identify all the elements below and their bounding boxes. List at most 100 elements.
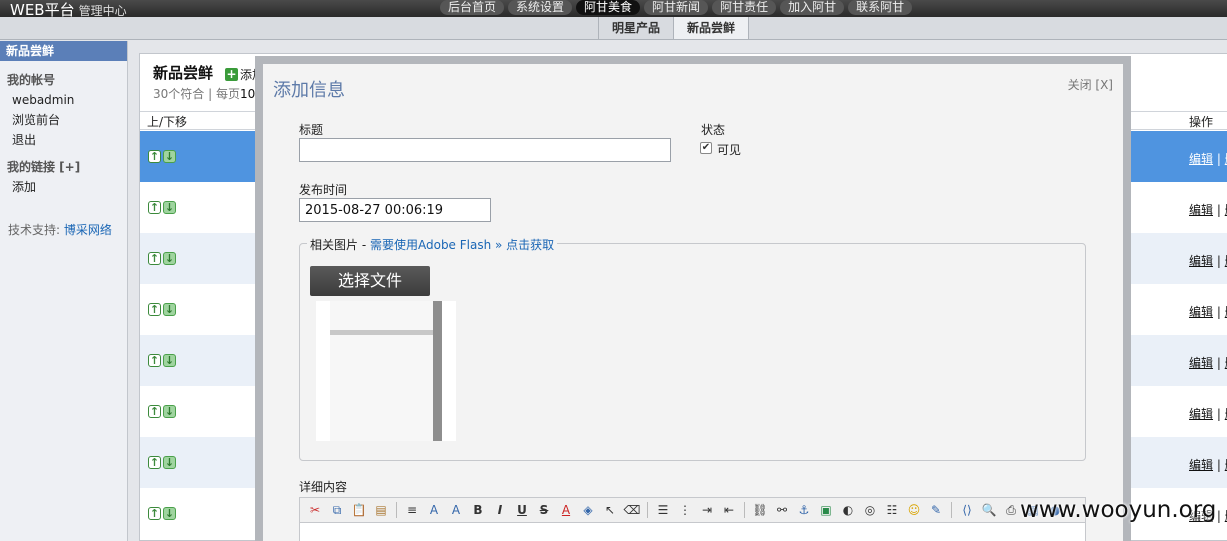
row-ops: 编辑 | 删 bbox=[1189, 456, 1227, 473]
copy-icon[interactable]: ⧉ bbox=[328, 501, 346, 519]
sidebar-item-webadmin[interactable]: webadmin bbox=[0, 92, 127, 108]
ops-separator: | bbox=[1216, 305, 1221, 319]
top-nav-settings[interactable]: 系统设置 bbox=[508, 0, 573, 15]
modal-close-button[interactable]: 关闭 [X] bbox=[1068, 76, 1113, 93]
top-nav-food[interactable]: 阿甘美食 bbox=[576, 0, 641, 15]
move-controls: ↑ ↓ bbox=[148, 303, 176, 316]
sub-nav-new-products[interactable]: 新品尝鲜 bbox=[673, 17, 750, 39]
emoticon-icon[interactable]: ☺ bbox=[905, 501, 923, 519]
edit-link[interactable]: 编辑 bbox=[1189, 152, 1213, 166]
edit-link[interactable]: 编辑 bbox=[1189, 203, 1213, 217]
move-controls: ↑ ↓ bbox=[148, 354, 176, 367]
hr-icon[interactable]: ☷ bbox=[883, 501, 901, 519]
move-down-icon[interactable]: ↓ bbox=[163, 303, 176, 316]
move-down-icon[interactable]: ↓ bbox=[163, 456, 176, 469]
font-color-icon[interactable]: A bbox=[557, 501, 575, 519]
visible-label: 可见 bbox=[717, 143, 742, 157]
sub-nav: 明星产品 新品尝鲜 bbox=[598, 17, 750, 39]
row-ops: 编辑 | 删 bbox=[1189, 354, 1227, 371]
ops-separator: | bbox=[1216, 203, 1221, 217]
ops-separator: | bbox=[1216, 509, 1221, 523]
sidebar-group-links[interactable]: 我的链接 [+] bbox=[0, 158, 127, 175]
sidebar-item-add[interactable]: 添加 bbox=[0, 179, 127, 195]
top-nav-responsibility[interactable]: 阿甘责任 bbox=[712, 0, 777, 15]
top-nav-contact[interactable]: 联系阿甘 bbox=[848, 0, 913, 15]
link-icon[interactable]: ⛓ bbox=[751, 501, 769, 519]
choose-file-button[interactable]: 选择文件 bbox=[310, 266, 430, 296]
status-label: 状态 bbox=[701, 123, 726, 137]
edit-link[interactable]: 编辑 bbox=[1189, 305, 1213, 319]
move-up-icon[interactable]: ↑ bbox=[148, 354, 161, 367]
align-icon[interactable]: ☰ bbox=[654, 501, 672, 519]
paste-icon[interactable]: 📋 bbox=[350, 501, 368, 519]
outdent-icon[interactable]: ⇤ bbox=[720, 501, 738, 519]
tech-support-label: 技术支持: bbox=[8, 223, 61, 237]
content-editor[interactable] bbox=[299, 523, 1086, 541]
move-down-icon[interactable]: ↓ bbox=[163, 507, 176, 520]
preview-icon[interactable]: 🔍 bbox=[980, 501, 998, 519]
move-up-icon[interactable]: ↑ bbox=[148, 405, 161, 418]
edit-link[interactable]: 编辑 bbox=[1189, 407, 1213, 421]
edit-link[interactable]: 编辑 bbox=[1189, 356, 1213, 370]
unlink-icon[interactable]: ⚯ bbox=[773, 501, 791, 519]
flash-icon[interactable]: ◐ bbox=[839, 501, 857, 519]
italic-icon[interactable]: I bbox=[491, 501, 509, 519]
source-icon[interactable]: ⟨⟩ bbox=[958, 501, 976, 519]
move-up-icon[interactable]: ↑ bbox=[148, 456, 161, 469]
move-up-icon[interactable]: ↑ bbox=[148, 150, 161, 163]
move-down-icon[interactable]: ↓ bbox=[163, 201, 176, 214]
top-nav-home[interactable]: 后台首页 bbox=[440, 0, 505, 15]
edit-link[interactable]: 编辑 bbox=[1189, 458, 1213, 472]
publish-date-input[interactable] bbox=[299, 198, 491, 222]
sidebar-item-view-frontend[interactable]: 浏览前台 bbox=[0, 112, 127, 128]
indent-icon[interactable]: ⇥ bbox=[698, 501, 716, 519]
line-height-icon[interactable]: ≡ bbox=[403, 501, 421, 519]
move-down-icon[interactable]: ↓ bbox=[163, 252, 176, 265]
select-icon[interactable]: ↖ bbox=[601, 501, 619, 519]
move-up-icon[interactable]: ↑ bbox=[148, 303, 161, 316]
move-up-icon[interactable]: ↑ bbox=[148, 507, 161, 520]
images-legend: 相关图片 - 需要使用Adobe Flash » 点击获取 bbox=[307, 236, 558, 253]
column-header-ops: 操作 bbox=[1189, 115, 1214, 129]
paste-word-icon[interactable]: ▤ bbox=[372, 501, 390, 519]
font-family-icon[interactable]: A bbox=[425, 501, 443, 519]
print-icon[interactable]: ⎙ bbox=[1002, 501, 1020, 519]
ops-separator: | bbox=[1216, 152, 1221, 166]
move-up-icon[interactable]: ↑ bbox=[148, 252, 161, 265]
image-icon[interactable]: ▣ bbox=[817, 501, 835, 519]
editor-toolbar: ✂ ⧉ 📋 ▤ ≡ A A B I U S A ◈ ↖ ⌫ ☰ ⋮ ⇥ ⇤ ⛓ … bbox=[299, 497, 1086, 523]
add-info-modal: 添加信息 关闭 [X] 标题 状态 ✔ 可见 发布时间 相关图片 - 需要使用A… bbox=[255, 56, 1131, 541]
move-down-icon[interactable]: ↓ bbox=[163, 150, 176, 163]
top-nav-join[interactable]: 加入阿甘 bbox=[780, 0, 845, 15]
move-down-icon[interactable]: ↓ bbox=[163, 405, 176, 418]
sub-nav-star-products[interactable]: 明星产品 bbox=[598, 17, 673, 39]
brand-subtitle: 管理中心 bbox=[78, 4, 127, 18]
bold-icon[interactable]: B bbox=[469, 501, 487, 519]
list-meta: 30个符合 | 每页10个 bbox=[153, 85, 267, 102]
watermark: www.wooyun.org bbox=[1020, 497, 1217, 523]
detail-label: 详细内容 bbox=[299, 480, 348, 494]
top-nav-news[interactable]: 阿甘新闻 bbox=[644, 0, 709, 15]
underline-icon[interactable]: U bbox=[513, 501, 531, 519]
tech-support-link[interactable]: 博采网络 bbox=[64, 223, 112, 237]
media-icon[interactable]: ◎ bbox=[861, 501, 879, 519]
move-up-icon[interactable]: ↑ bbox=[148, 201, 161, 214]
sub-nav-bar: 明星产品 新品尝鲜 bbox=[0, 17, 1227, 40]
sidebar-item-logout[interactable]: 退出 bbox=[0, 132, 127, 148]
anchor-icon[interactable]: ⚓ bbox=[795, 501, 813, 519]
cut-icon[interactable]: ✂ bbox=[306, 501, 324, 519]
edit-link[interactable]: 编辑 bbox=[1189, 254, 1213, 268]
strike-icon[interactable]: S bbox=[535, 501, 553, 519]
bullet-list-icon[interactable]: ⋮ bbox=[676, 501, 694, 519]
top-bar: WEB平台 管理中心 后台首页 系统设置 阿甘美食 阿甘新闻 阿甘责任 加入阿甘 … bbox=[0, 0, 1227, 19]
visible-checkbox[interactable]: ✔ bbox=[700, 142, 712, 154]
flash-link[interactable]: 需要使用Adobe Flash » 点击获取 bbox=[370, 238, 554, 252]
font-size-icon[interactable]: A bbox=[447, 501, 465, 519]
move-controls: ↑ ↓ bbox=[148, 507, 176, 520]
move-down-icon[interactable]: ↓ bbox=[163, 354, 176, 367]
sidebar-group-account: 我的帐号 bbox=[7, 73, 56, 87]
eraser-icon[interactable]: ⌫ bbox=[623, 501, 641, 519]
highlight-icon[interactable]: ◈ bbox=[579, 501, 597, 519]
title-input[interactable] bbox=[299, 138, 671, 162]
edit-icon[interactable]: ✎ bbox=[927, 501, 945, 519]
